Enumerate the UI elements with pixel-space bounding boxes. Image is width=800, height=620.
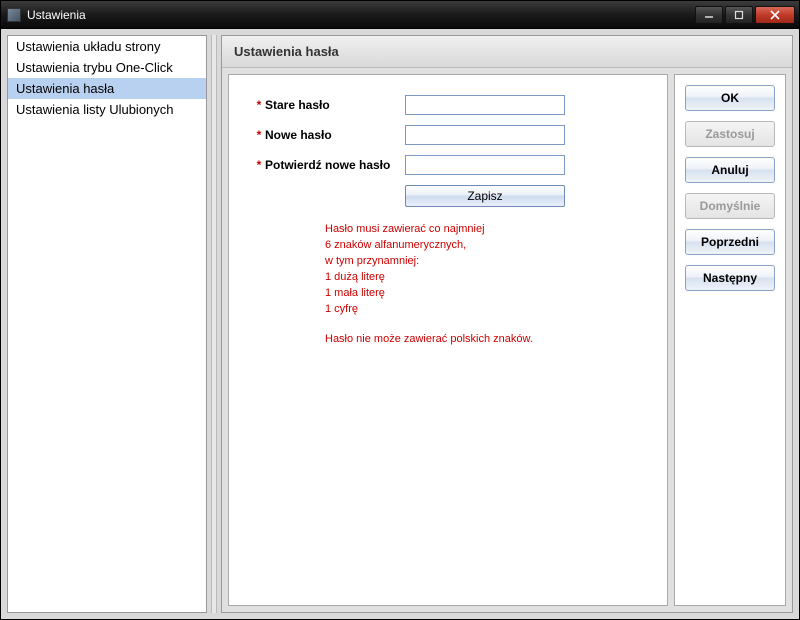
apply-button[interactable]: Zastosuj bbox=[685, 121, 775, 147]
default-button[interactable]: Domyślnie bbox=[685, 193, 775, 219]
new-password-input[interactable] bbox=[405, 125, 565, 145]
settings-window: Ustawienia Ustawienia układu strony Usta… bbox=[0, 0, 800, 620]
rule-line: w tym przynamniej: bbox=[325, 253, 643, 269]
app-icon bbox=[7, 8, 21, 22]
sidebar: Ustawienia układu strony Ustawienia tryb… bbox=[7, 35, 207, 613]
required-mark: * bbox=[253, 158, 265, 172]
prev-button[interactable]: Poprzedni bbox=[685, 229, 775, 255]
rule-line: 1 cyfrę bbox=[325, 301, 643, 317]
main-panel: Ustawienia hasła * Stare hasło * Nowe ha… bbox=[221, 35, 793, 613]
right-button-panel: OK Zastosuj Anuluj Domyślnie Poprzedni N… bbox=[674, 74, 786, 606]
row-old-password: * Stare hasło bbox=[253, 95, 643, 115]
titlebar-left: Ustawienia bbox=[7, 8, 86, 22]
close-button[interactable] bbox=[755, 6, 795, 24]
cancel-button[interactable]: Anuluj bbox=[685, 157, 775, 183]
old-password-input[interactable] bbox=[405, 95, 565, 115]
row-confirm-password: * Potwierdź nowe hasło bbox=[253, 155, 643, 175]
new-password-label: Nowe hasło bbox=[265, 128, 405, 142]
confirm-password-input[interactable] bbox=[405, 155, 565, 175]
required-mark: * bbox=[253, 128, 265, 142]
old-password-label: Stare hasło bbox=[265, 98, 405, 112]
next-button[interactable]: Następny bbox=[685, 265, 775, 291]
rule-line: Hasło musi zawierać co najmniej bbox=[325, 221, 643, 237]
sidebar-item-page-layout[interactable]: Ustawienia układu strony bbox=[8, 36, 206, 57]
titlebar: Ustawienia bbox=[1, 1, 799, 29]
rule-line: 6 znaków alfanumerycznych, bbox=[325, 237, 643, 253]
rule-line: 1 dużą literę bbox=[325, 269, 643, 285]
save-button[interactable]: Zapisz bbox=[405, 185, 565, 207]
confirm-password-label: Potwierdź nowe hasło bbox=[265, 158, 405, 172]
rule-line: Hasło nie może zawierać polskich znaków. bbox=[325, 331, 643, 347]
minimize-button[interactable] bbox=[695, 6, 723, 24]
panel-title: Ustawienia hasła bbox=[222, 36, 792, 68]
required-mark: * bbox=[253, 98, 265, 112]
save-row: Zapisz bbox=[405, 185, 643, 207]
rule-line: 1 mała literę bbox=[325, 285, 643, 301]
ok-button[interactable]: OK bbox=[685, 85, 775, 111]
maximize-button[interactable] bbox=[725, 6, 753, 24]
form-area: * Stare hasło * Nowe hasło * Potwierdź n… bbox=[228, 74, 668, 606]
sidebar-item-one-click[interactable]: Ustawienia trybu One-Click bbox=[8, 57, 206, 78]
row-new-password: * Nowe hasło bbox=[253, 125, 643, 145]
sidebar-item-password[interactable]: Ustawienia hasła bbox=[8, 78, 206, 99]
content-area: Ustawienia układu strony Ustawienia tryb… bbox=[1, 29, 799, 619]
rule-gap bbox=[325, 317, 643, 331]
splitter[interactable] bbox=[211, 35, 217, 613]
window-title: Ustawienia bbox=[27, 8, 86, 22]
panel-body: * Stare hasło * Nowe hasło * Potwierdź n… bbox=[222, 68, 792, 612]
sidebar-item-favorites[interactable]: Ustawienia listy Ulubionych bbox=[8, 99, 206, 120]
password-rules: Hasło musi zawierać co najmniej 6 znaków… bbox=[325, 221, 643, 347]
window-controls bbox=[695, 6, 795, 24]
